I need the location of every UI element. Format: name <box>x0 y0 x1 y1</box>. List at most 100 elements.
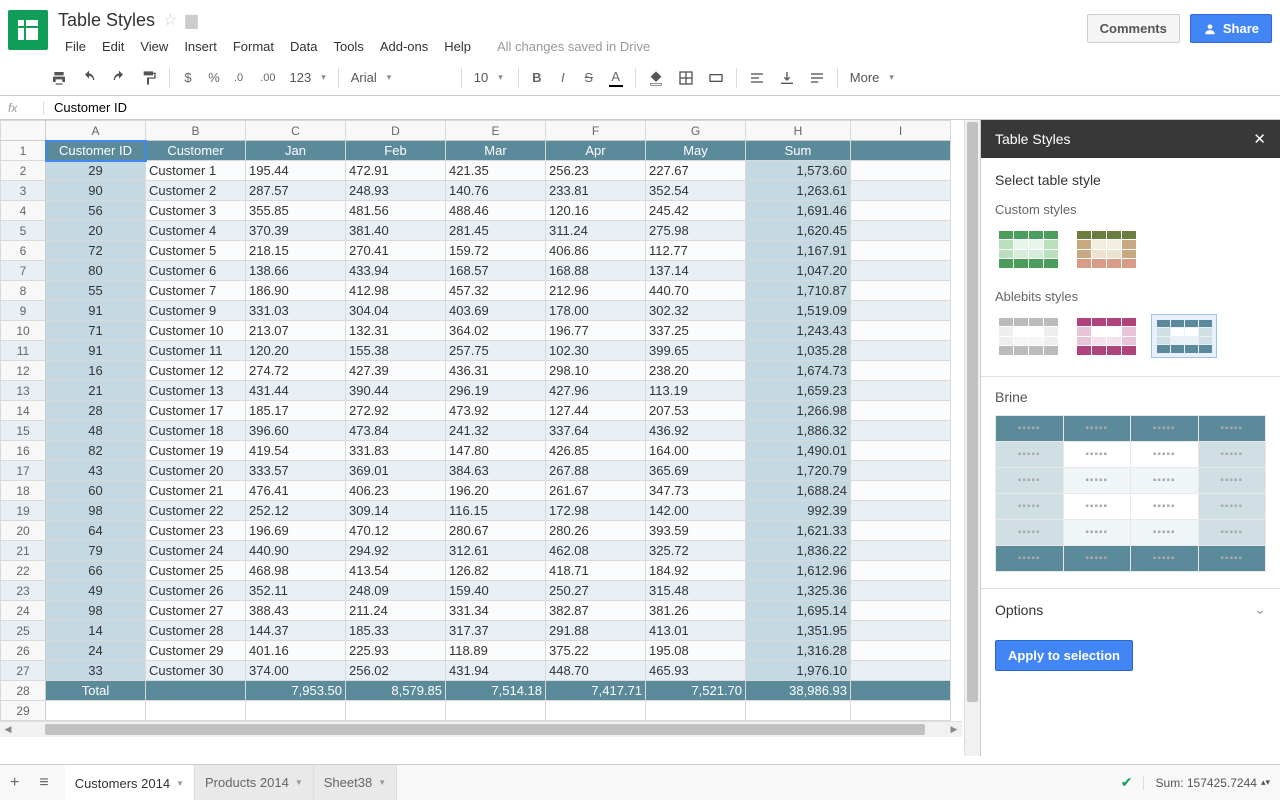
menu-view[interactable]: View <box>133 36 175 57</box>
cell[interactable]: 352.54 <box>646 181 746 201</box>
cell[interactable]: 433.94 <box>346 261 446 281</box>
cell[interactable]: 172.98 <box>546 501 646 521</box>
row-header[interactable]: 3 <box>1 181 46 201</box>
cell[interactable]: 178.00 <box>546 301 646 321</box>
cell[interactable]: 481.56 <box>346 201 446 221</box>
cell[interactable]: 1,674.73 <box>746 361 851 381</box>
style-thumb-brine[interactable] <box>1151 314 1217 358</box>
cell[interactable]: 1,266.98 <box>746 401 851 421</box>
cell[interactable]: 164.00 <box>646 441 746 461</box>
cell[interactable]: 280.26 <box>546 521 646 541</box>
cell[interactable]: 80 <box>46 261 146 281</box>
cell[interactable]: 43 <box>46 461 146 481</box>
cell[interactable]: 112.77 <box>646 241 746 261</box>
row-header[interactable]: 22 <box>1 561 46 581</box>
row-header[interactable]: 13 <box>1 381 46 401</box>
sheet-tab[interactable]: Sheet38▼ <box>314 765 397 800</box>
font-size-select[interactable]: 10 <box>468 67 512 88</box>
cell[interactable]: 60 <box>46 481 146 501</box>
cell[interactable]: 159.72 <box>446 241 546 261</box>
cell[interactable]: 142.00 <box>646 501 746 521</box>
bold-button[interactable]: B <box>525 65 549 91</box>
cell[interactable]: 113.19 <box>646 381 746 401</box>
format-select[interactable]: 123 <box>284 67 332 88</box>
cell[interactable]: 476.41 <box>246 481 346 501</box>
cell[interactable]: 256.02 <box>346 661 446 681</box>
cell[interactable]: 462.08 <box>546 541 646 561</box>
cell[interactable]: 71 <box>46 321 146 341</box>
cell[interactable]: Customer 1 <box>146 161 246 181</box>
halign-button[interactable] <box>743 65 771 91</box>
cell[interactable]: Customer 26 <box>146 581 246 601</box>
cell[interactable]: 14 <box>46 621 146 641</box>
cell[interactable]: Customer 19 <box>146 441 246 461</box>
sum-display[interactable]: Sum: 157425.7244▴▾ <box>1143 776 1270 790</box>
cell[interactable] <box>146 681 246 701</box>
cell[interactable]: 1,316.28 <box>746 641 851 661</box>
cell[interactable]: 195.44 <box>246 161 346 181</box>
cell[interactable]: 250.27 <box>546 581 646 601</box>
cell[interactable]: 473.84 <box>346 421 446 441</box>
cell[interactable]: 272.92 <box>346 401 446 421</box>
cell[interactable]: 403.69 <box>446 301 546 321</box>
dec-decrease-button[interactable]: .0 <box>228 65 252 91</box>
sheet-tab[interactable]: Products 2014▼ <box>195 765 314 800</box>
cell[interactable]: 382.87 <box>546 601 646 621</box>
select-all-cell[interactable] <box>1 121 46 141</box>
vertical-scrollbar[interactable] <box>964 120 980 756</box>
cell[interactable]: 1,243.43 <box>746 321 851 341</box>
cell[interactable]: 309.14 <box>346 501 446 521</box>
row-header[interactable]: 27 <box>1 661 46 681</box>
cell[interactable]: 355.85 <box>246 201 346 221</box>
cell[interactable]: 72 <box>46 241 146 261</box>
cell[interactable]: 312.61 <box>446 541 546 561</box>
cell[interactable]: 127.44 <box>546 401 646 421</box>
borders-button[interactable] <box>672 65 700 91</box>
cell[interactable]: 137.14 <box>646 261 746 281</box>
cell[interactable]: 401.16 <box>246 641 346 661</box>
cell[interactable]: 992.39 <box>746 501 851 521</box>
cell[interactable]: 370.39 <box>246 221 346 241</box>
cell[interactable]: Total <box>46 681 146 701</box>
row-header[interactable]: 23 <box>1 581 46 601</box>
star-icon[interactable]: ☆ <box>163 10 177 30</box>
row-header[interactable]: 25 <box>1 621 46 641</box>
cell[interactable]: 431.44 <box>246 381 346 401</box>
cell[interactable]: 337.25 <box>646 321 746 341</box>
cell[interactable]: 38,986.93 <box>746 681 851 701</box>
cell[interactable]: Customer 23 <box>146 521 246 541</box>
cell[interactable]: Customer 24 <box>146 541 246 561</box>
row-header[interactable]: 9 <box>1 301 46 321</box>
all-sheets-button[interactable]: ≡ <box>29 766 58 800</box>
cell[interactable]: 1,976.10 <box>746 661 851 681</box>
redo-icon[interactable] <box>105 65 133 91</box>
sheets-logo[interactable] <box>8 10 48 50</box>
cell[interactable]: 440.90 <box>246 541 346 561</box>
cell[interactable]: 399.65 <box>646 341 746 361</box>
apply-button[interactable]: Apply to selection <box>995 640 1133 671</box>
cell[interactable]: 1,720.79 <box>746 461 851 481</box>
cell[interactable]: 413.54 <box>346 561 446 581</box>
cell[interactable]: 465.93 <box>646 661 746 681</box>
cell[interactable]: 248.09 <box>346 581 446 601</box>
cell[interactable]: 388.43 <box>246 601 346 621</box>
cell[interactable]: 365.69 <box>646 461 746 481</box>
cell[interactable]: May <box>646 141 746 161</box>
cell[interactable]: 211.24 <box>346 601 446 621</box>
cell[interactable]: 207.53 <box>646 401 746 421</box>
horizontal-scrollbar[interactable]: ◀ ▶ <box>0 721 962 737</box>
cell[interactable]: 448.70 <box>546 661 646 681</box>
cell[interactable]: 118.89 <box>446 641 546 661</box>
print-icon[interactable] <box>45 65 73 91</box>
cell[interactable]: 225.93 <box>346 641 446 661</box>
cell[interactable]: 287.57 <box>246 181 346 201</box>
cell[interactable]: 1,519.09 <box>746 301 851 321</box>
cell[interactable]: 281.45 <box>446 221 546 241</box>
formula-input[interactable] <box>44 100 1272 115</box>
cell[interactable]: 1,325.36 <box>746 581 851 601</box>
cell[interactable]: 440.70 <box>646 281 746 301</box>
dec-increase-button[interactable]: .00 <box>254 65 281 91</box>
cell[interactable]: 473.92 <box>446 401 546 421</box>
cell[interactable]: 280.67 <box>446 521 546 541</box>
cell[interactable]: 48 <box>46 421 146 441</box>
